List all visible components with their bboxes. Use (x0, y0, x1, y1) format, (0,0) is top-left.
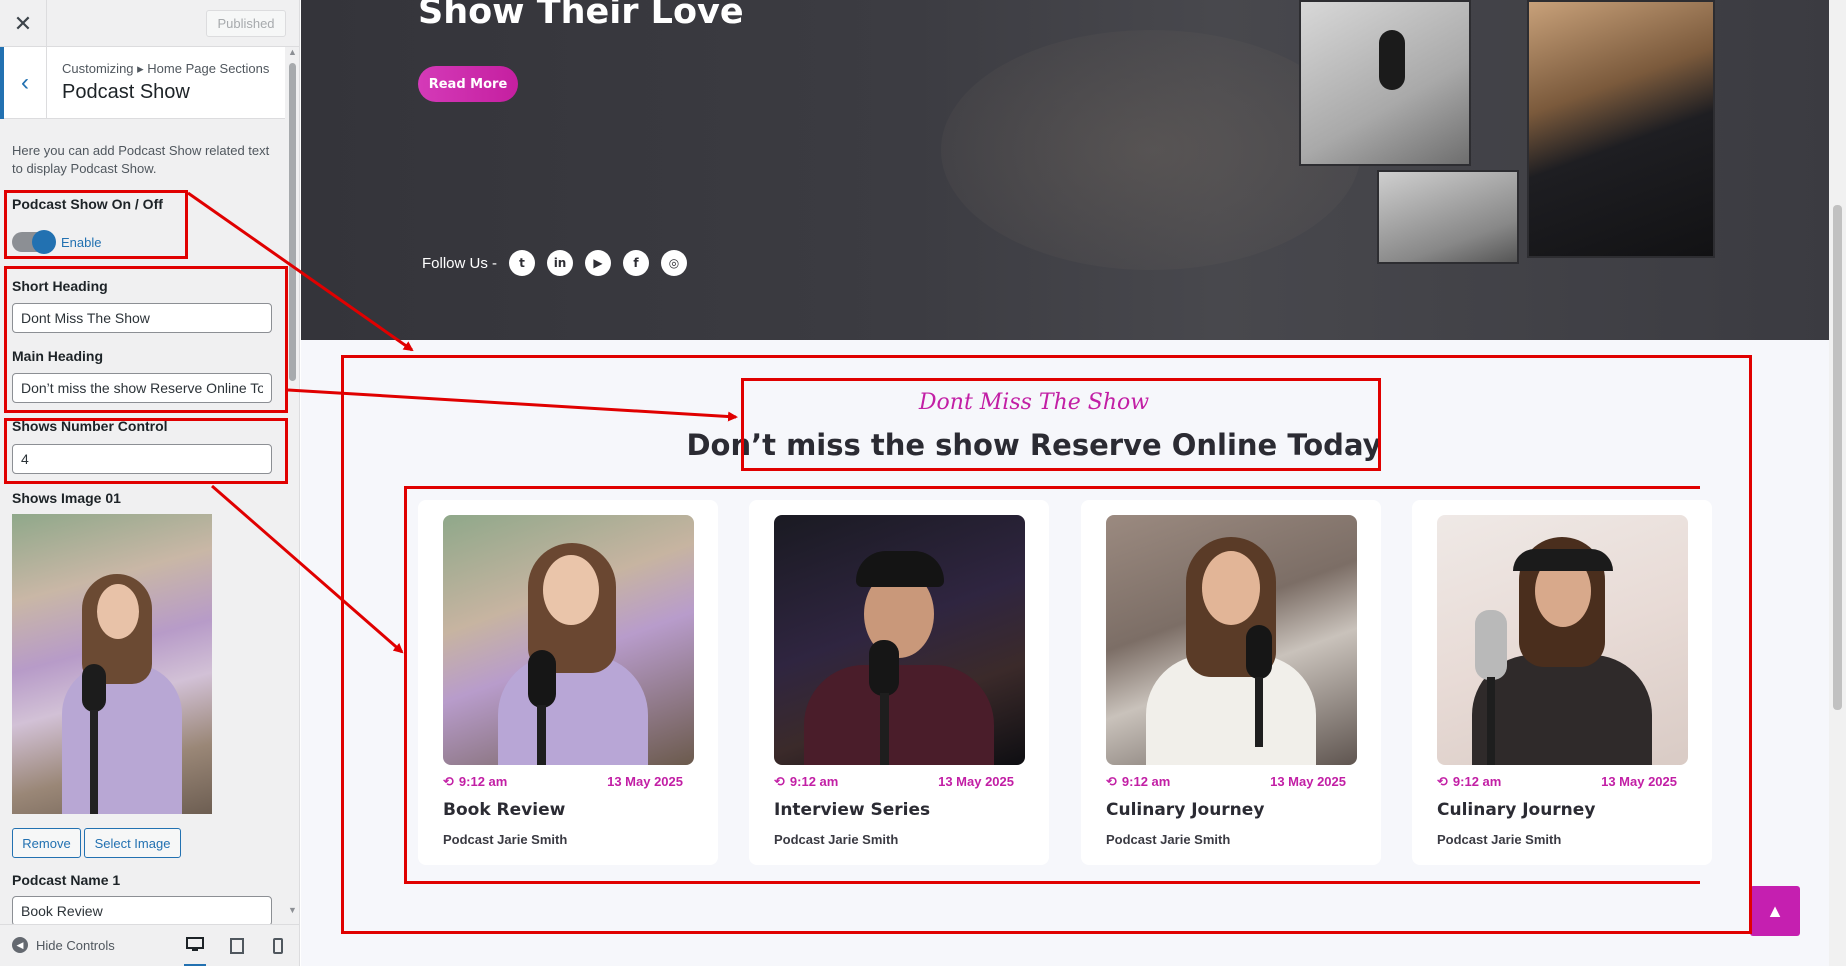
podcast-name-label: Podcast Name 1 (12, 872, 121, 888)
youtube-icon[interactable]: ▶ (585, 250, 612, 276)
short-heading-input[interactable] (12, 303, 272, 333)
show-card[interactable]: ⟲ 9:12 am 13 May 2025 Interview Series Po… (749, 500, 1049, 865)
twitter-icon[interactable]: t (509, 250, 536, 276)
clock-icon: ⟲ (774, 774, 785, 789)
scroll-down-arrow-icon[interactable]: ▼ (288, 905, 297, 915)
show-host: Podcast Jarie Smith (1437, 832, 1562, 847)
hide-controls-button[interactable]: ◀ Hide Controls (12, 937, 115, 953)
show-time: 9:12 am (458, 774, 508, 789)
show-card[interactable]: ⟲ 9:12 am 13 May 2025 Culinary Journey Po… (1081, 500, 1381, 865)
show-title[interactable]: Culinary Journey (1437, 800, 1595, 820)
shows-image-preview (12, 514, 212, 814)
toggle-state-label: Enable (61, 235, 102, 250)
podcast-show-toggle[interactable] (12, 230, 56, 254)
show-host: Podcast Jarie Smith (443, 832, 568, 847)
customizer-sidebar: ✕ Published ‹ Customizing ▸ Home Page Se… (0, 0, 300, 966)
published-button[interactable]: Published (206, 10, 286, 37)
clock-icon: ⟲ (443, 774, 454, 789)
show-time: 9:12 am (1452, 774, 1502, 789)
show-date: 13 May 2025 (1601, 774, 1677, 789)
sidebar-scroll-thumb[interactable] (289, 63, 296, 381)
toggle-knob (32, 230, 56, 254)
show-host: Podcast Jarie Smith (774, 832, 899, 847)
shows-image-label: Shows Image 01 (12, 490, 121, 506)
read-more-button[interactable]: Read More (418, 66, 518, 102)
breadcrumb: Customizing ▸ Home Page Sections (62, 61, 270, 76)
show-date: 13 May 2025 (938, 774, 1014, 789)
show-image (443, 515, 694, 765)
section-header: ‹ Customizing ▸ Home Page Sections Podca… (0, 47, 285, 119)
section-title: Podcast Show (62, 81, 190, 103)
show-host: Podcast Jarie Smith (1106, 832, 1231, 847)
follow-us-label: Follow Us - (422, 254, 498, 272)
sidebar-header: ✕ Published (0, 0, 299, 47)
tablet-preview-icon[interactable] (226, 935, 248, 957)
show-image (1106, 515, 1357, 765)
hide-controls-label: Hide Controls (36, 937, 115, 953)
hero-photo-host (1527, 0, 1715, 258)
close-icon[interactable]: ✕ (0, 0, 47, 47)
linkedin-icon[interactable]: in (547, 250, 574, 276)
collapse-icon: ◀ (12, 937, 28, 953)
show-meta: ⟲ 9:12 am 13 May 2025 (443, 774, 683, 790)
main-heading-input[interactable] (12, 373, 272, 403)
facebook-icon[interactable]: f (623, 250, 650, 276)
clock-icon: ⟲ (1437, 774, 1448, 789)
sidebar-scrollbar[interactable]: ▲ ▼ (285, 47, 299, 915)
show-title[interactable]: Culinary Journey (1106, 800, 1264, 820)
back-arrow-icon[interactable]: ‹ (0, 47, 47, 119)
window-scroll-thumb[interactable] (1833, 205, 1842, 710)
sidebar-footer: ◀ Hide Controls (0, 924, 299, 966)
scroll-up-arrow-icon[interactable]: ▲ (288, 47, 297, 57)
show-date: 13 May 2025 (1270, 774, 1346, 789)
show-meta: ⟲ 9:12 am 13 May 2025 (774, 774, 1014, 790)
show-title[interactable]: Book Review (443, 800, 565, 820)
show-time: 9:12 am (789, 774, 839, 789)
show-meta: ⟲ 9:12 am 13 May 2025 (1437, 774, 1677, 790)
clock-icon: ⟲ (1106, 774, 1117, 789)
follow-us: Follow Us - t in ▶ f ◎ (422, 250, 688, 276)
desktop-preview-icon[interactable] (184, 935, 206, 966)
podcast-name-input[interactable] (12, 896, 272, 926)
section-description: Here you can add Podcast Show related te… (12, 143, 270, 176)
select-image-button[interactable]: Select Image (84, 828, 181, 858)
show-date: 13 May 2025 (607, 774, 683, 789)
instagram-icon[interactable]: ◎ (661, 250, 688, 276)
show-card[interactable]: ⟲ 9:12 am 13 May 2025 Book Review Podcast… (418, 500, 718, 865)
hero-banner: Show Their Love Read More Follow Us - t … (301, 0, 1829, 340)
shows-main-heading: Don’t miss the show Reserve Online Today (686, 428, 1382, 462)
shows-short-heading: Dont Miss The Show (918, 390, 1150, 415)
show-time: 9:12 am (1121, 774, 1171, 789)
scroll-to-top-button[interactable]: ▲ (1750, 886, 1800, 936)
mobile-preview-icon[interactable] (267, 935, 289, 957)
show-image (1437, 515, 1688, 765)
short-heading-label: Short Heading (12, 278, 108, 294)
hero-title: Show Their Love (418, 0, 744, 32)
show-image (774, 515, 1025, 765)
hero-photo-desk (1377, 170, 1519, 264)
shows-number-input[interactable] (12, 444, 272, 474)
arrow-up-icon: ▲ (1766, 900, 1784, 921)
shows-number-label: Shows Number Control (12, 418, 168, 434)
toggle-label: Podcast Show On / Off (12, 196, 163, 212)
hero-microphone-image (1379, 30, 1405, 90)
remove-button[interactable]: Remove (12, 828, 81, 858)
podcast-shows-section: Dont Miss The Show Don’t miss the show R… (301, 340, 1829, 966)
main-heading-label: Main Heading (12, 348, 104, 364)
site-preview: Show Their Love Read More Follow Us - t … (301, 0, 1829, 966)
show-meta: ⟲ 9:12 am 13 May 2025 (1106, 774, 1346, 790)
show-card[interactable]: ⟲ 9:12 am 13 May 2025 Culinary Journey Po… (1412, 500, 1712, 865)
show-title[interactable]: Interview Series (774, 800, 930, 820)
window-scrollbar[interactable] (1829, 0, 1846, 966)
